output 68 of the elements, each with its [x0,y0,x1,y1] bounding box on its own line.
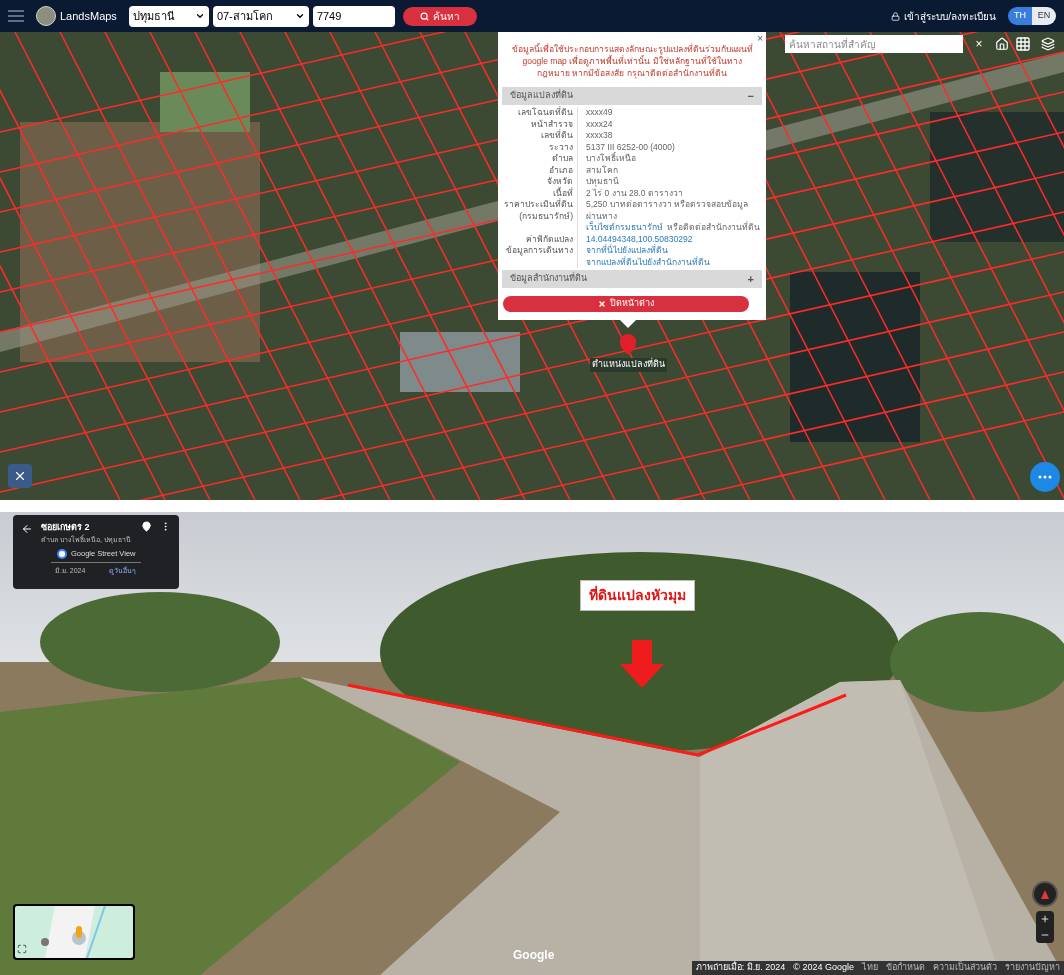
annotation-label: ที่ดินแปลงหัวมุม [580,580,695,611]
field-value: xxxx49 [586,107,613,119]
field-label: เนื้อที่ [552,187,573,198]
attribution-text[interactable]: รายงานปัญหา [1005,961,1060,975]
menu-icon[interactable] [8,10,24,22]
field-value: 2 ไร่ 0 งาน 28.0 ตารางวา [586,187,683,199]
caret-icon [194,11,205,21]
brand-name[interactable]: LandsMaps [60,7,117,25]
login-link[interactable]: เข้าสู่ระบบ/ลงทะเบียน [891,8,996,24]
attribution-text[interactable]: ไทย [862,961,878,975]
google-logo: Google [513,947,555,964]
field-label: เลขโฉนดที่ดิน [517,107,573,119]
layers-icon[interactable] [1041,37,1055,51]
field-value: ปทุมธานี [586,176,619,187]
down-arrow-icon [620,640,664,688]
field-label: อำเภอ [548,164,573,176]
field-label: หน้าสำรวจ [530,118,573,129]
logo-icon [36,6,56,26]
disclaimer-text: ข้อมูลนี้เพื่อใช้ประกอบการแสดงลักษณะรูปแปลงที่ดินร่วมกับแผนที่ google map เพื่อดูภาพพื้นที่เท่านั้น มิใช่หลักฐานที่ใช้ในทางกฎหมาย หากมีข้อสงสัย กรุณาติดต่อสำนักงานที่ดิน [510,43,754,79]
language-toggle[interactable]: EN [1032,7,1056,25]
field-label: จังหวัด [546,176,573,187]
field-value: xxxx38 [586,130,613,142]
home-icon[interactable] [995,37,1009,51]
language-toggle[interactable]: TH [1008,7,1032,25]
marker-label: ตำแหน่งแปลงที่ดิน [590,358,667,372]
parcel-number-field[interactable]: 7749 [312,5,395,27]
close-window-button[interactable]: ปิดหน้าต่าง [503,296,749,312]
fullscreen-icon[interactable] [17,944,27,954]
field-value: 5,250 บาทต่อตารางวา หรือตรวจสอบข้อมูลผ่านทาง [586,199,749,221]
field-label: ราคาประเมินที่ดิน [503,199,573,211]
province-select[interactable]: ปทุมธานี [128,5,209,27]
field-value: xxxx24 [586,118,613,130]
pin-icon[interactable] [141,521,152,532]
field-label: ตำบล [551,153,573,165]
value-link[interactable]: เว็บไซต์กรมธนารักษ์ [586,222,663,234]
field-label: ระวาง [548,141,573,153]
field-value: สามโคก [586,164,618,176]
tools-button[interactable] [8,464,32,488]
value-link[interactable]: จากที่นี่ไปยังแปลงที่ดิน [586,245,668,257]
attribution-text[interactable]: ความเป็นส่วนตัว [933,961,997,975]
attribution-text[interactable]: ข้อกำหนด [886,961,925,975]
google-icon [57,548,67,559]
value-link[interactable]: 14.04494348,100.50830292 [586,233,693,245]
clear-button[interactable]: × [969,35,989,53]
attribution-text: © 2024 Google [793,961,854,975]
zoom-in-icon[interactable] [1040,914,1050,924]
search-button[interactable]: ค้นหา [402,6,477,26]
field-label: เลขที่ดิน [540,130,573,142]
search-icon [419,11,429,21]
section-header[interactable]: ข้อมูลสำนักงานที่ดิน + [502,270,762,288]
field-label: ข้อมูลการเดินทาง [505,245,573,257]
street-name: ซอยเกษตร 2 [41,521,91,534]
attribution-text: ภาพถ่ายเมื่อ: มิ.ย. 2024 [695,961,786,975]
field-label: (กรมธนารักษ์) [518,210,573,222]
value-link[interactable]: จากแปลงที่ดินไปยังสำนักงานที่ดิน [586,256,710,268]
lock-icon [891,11,901,21]
more-icon [1038,475,1052,479]
district-select[interactable]: 07-สามโคก [212,5,309,27]
field-label: ค่าพิกัดแปลง [525,233,573,245]
close-icon [598,300,606,308]
back-icon[interactable] [21,523,33,535]
field-value: บางโพธิ์เหนือ [586,153,636,165]
field-value: หรือติดต่อสำนักงานที่ดิน [667,222,760,234]
field-value: 5137 III 6252-00 (4000) [586,141,675,152]
section-header[interactable]: ข้อมูลแปลงที่ดิน − [502,87,762,105]
place-search-field[interactable]: ค้นหาสถานที่สำคัญ [785,35,963,53]
caret-icon [294,11,305,21]
grid-icon[interactable] [1015,36,1031,52]
